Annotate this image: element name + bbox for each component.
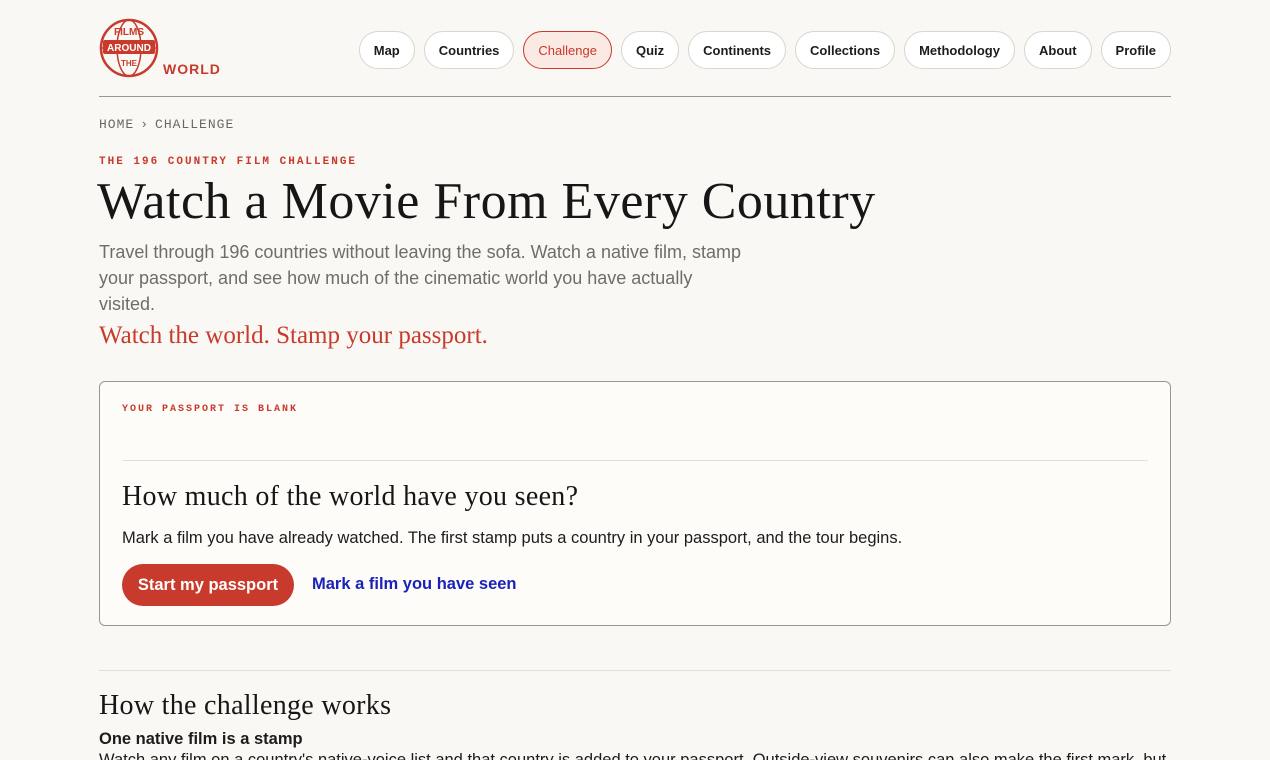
hero-eyebrow: THE 196 COUNTRY FILM CHALLENGE — [99, 156, 358, 168]
passport-status: YOUR PASSPORT IS BLANK — [122, 404, 299, 415]
how-it-works-title: How the challenge works — [99, 690, 392, 721]
globe-logo-icon: FILMS AROUND THE — [99, 18, 159, 78]
page-title: Watch a Movie From Every Country — [97, 173, 876, 230]
logo-text-top: FILMS — [114, 27, 144, 38]
section-divider — [99, 670, 1171, 671]
logo-wordmark: WORLD — [163, 61, 221, 77]
main-nav: Map Countries Challenge Quiz Continents … — [358, 31, 1171, 69]
card-divider — [122, 460, 1148, 461]
mark-film-link[interactable]: Mark a film you have seen — [312, 575, 517, 594]
site-logo[interactable]: FILMS AROUND THE WORLD — [99, 18, 229, 84]
nav-item-challenge[interactable]: Challenge — [523, 31, 612, 69]
passport-card-text: Mark a film you have already watched. Th… — [122, 529, 903, 547]
hero-description: Travel through 196 countries without lea… — [99, 242, 741, 314]
nav-item-profile[interactable]: Profile — [1100, 31, 1171, 69]
step-text: Watch any film on a country's native-voi… — [99, 751, 1167, 760]
breadcrumb-home[interactable]: HOME — [99, 117, 134, 132]
passport-card: YOUR PASSPORT IS BLANK How much of the w… — [99, 381, 1171, 626]
passport-card-title: How much of the world have you seen? — [122, 481, 579, 512]
nav-item-map[interactable]: Map — [358, 31, 415, 69]
step-title: One native film is a stamp — [99, 730, 303, 748]
site-header: FILMS AROUND THE WORLD Map Countries Cha… — [99, 0, 1171, 97]
nav-item-collections[interactable]: Collections — [795, 31, 896, 69]
breadcrumb-separator: › — [140, 117, 150, 132]
nav-item-methodology[interactable]: Methodology — [904, 31, 1015, 69]
breadcrumb-current: CHALLENGE — [155, 117, 235, 132]
nav-item-about[interactable]: About — [1023, 31, 1092, 69]
breadcrumb: HOME › CHALLENGE — [99, 117, 234, 132]
nav-item-quiz[interactable]: Quiz — [620, 31, 680, 69]
start-passport-button[interactable]: Start my passport — [122, 564, 294, 606]
logo-text-low: THE — [121, 59, 138, 68]
hero-tagline: Watch the world. Stamp your passport. — [99, 322, 488, 349]
nav-item-continents[interactable]: Continents — [688, 31, 787, 69]
nav-item-countries[interactable]: Countries — [423, 31, 515, 69]
page: FILMS AROUND THE WORLD Map Countries Cha… — [0, 0, 1270, 760]
logo-text-mid: AROUND — [107, 43, 151, 54]
